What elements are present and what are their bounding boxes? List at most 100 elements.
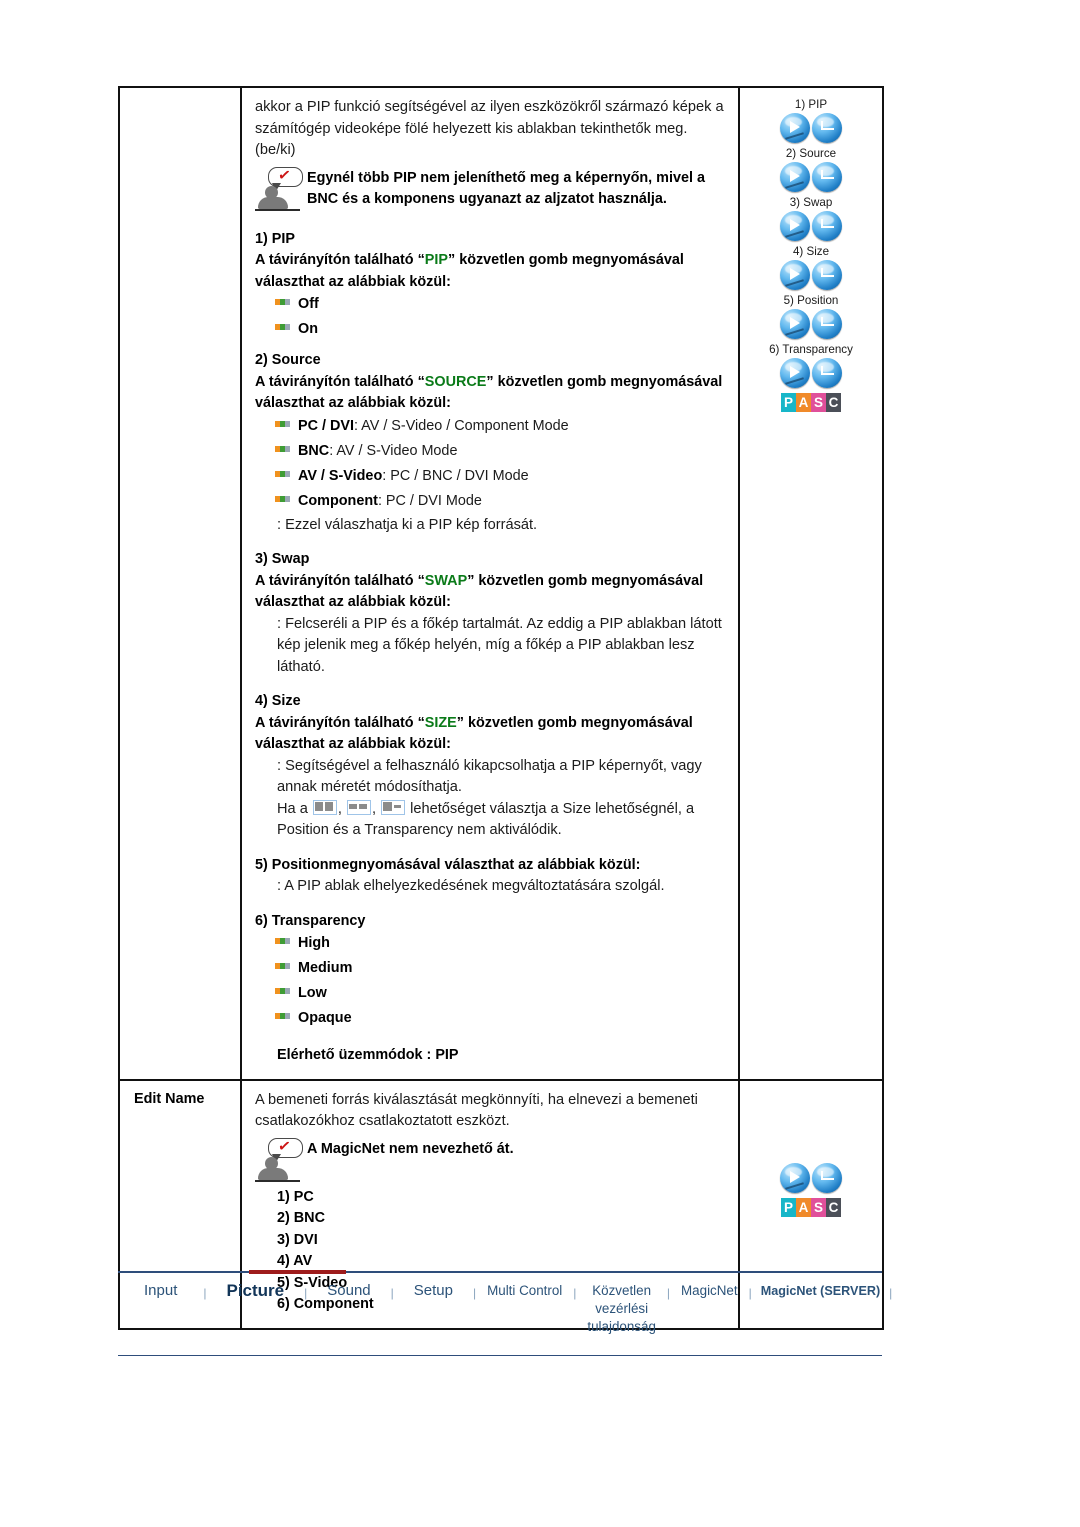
desc-swap-before: A távirányítón található “ xyxy=(255,572,425,589)
list-item: Off xyxy=(255,293,728,315)
figure-caption: 3) Swap xyxy=(789,196,833,209)
option-label: On xyxy=(298,321,318,337)
key-size: SIZE xyxy=(424,714,457,731)
desc-swap: A távirányítón található “SWAP” közvetle… xyxy=(255,571,728,614)
size-footnote-2-pre: Ha a xyxy=(277,800,312,817)
bullet-marker-icon xyxy=(275,495,290,502)
nav-item-magicnet-server[interactable]: MagicNet (SERVER) xyxy=(752,1282,889,1300)
table-row: akkor a PIP funkció segítségével az ilye… xyxy=(118,86,884,1081)
option-label: Low xyxy=(298,985,327,1001)
note-callout-pip: ✓ Egynél több PIP nem jeleníthető meg a … xyxy=(255,166,728,216)
list-item: On xyxy=(255,318,728,340)
key-swap: SWAP xyxy=(424,572,468,589)
pasc-letter-p: P xyxy=(781,393,796,412)
option-label: Off xyxy=(298,296,319,312)
button-pair xyxy=(740,211,882,241)
note-person-check-icon: ✓ xyxy=(255,1137,307,1187)
enter-button-icon[interactable] xyxy=(812,358,842,388)
play-button-icon[interactable] xyxy=(780,1162,810,1193)
bullet-marker-icon xyxy=(275,938,290,944)
note-callout-editname: ✓ A MagicNet nem nevezhető át. xyxy=(255,1137,728,1187)
position-footnote: : A PIP ablak elhelyezkedésének megválto… xyxy=(277,878,665,894)
bullet-marker-icon xyxy=(275,963,290,969)
heading-size: 4) Size xyxy=(255,693,301,709)
play-button-icon[interactable] xyxy=(780,358,810,388)
option-value: : PC / BNC / DVI Mode xyxy=(382,467,529,484)
desc-source: A távirányítón található “SOURCE” közvet… xyxy=(255,372,728,415)
note-text: A MagicNet nem nevezhető át. xyxy=(307,1140,514,1157)
enter-button-icon[interactable] xyxy=(812,260,842,290)
nav-separator: | xyxy=(889,1286,893,1300)
bullet-marker-icon xyxy=(275,420,290,427)
nav-item-picture[interactable]: Picture xyxy=(207,1282,305,1300)
row-label-edit-name: Edit Name xyxy=(134,1090,205,1107)
swap-footnote: : Felcseréli a PIP és a főkép tartalmát.… xyxy=(277,615,722,675)
option-label: Component xyxy=(298,492,378,509)
source-options-list: PC / DVI : AV / S-Video / Component Mode… xyxy=(255,415,728,512)
active-tab-indicator xyxy=(249,1270,346,1274)
desc-pip-before: A távirányítón található “ xyxy=(255,252,425,268)
play-button-icon[interactable] xyxy=(780,162,810,192)
list-item: PC / DVI : AV / S-Video / Component Mode xyxy=(255,415,728,437)
bullet-marker-icon xyxy=(275,988,290,994)
heading-transparency: 6) Transparency xyxy=(255,912,366,929)
nav-item-input[interactable]: Input xyxy=(118,1282,203,1300)
enter-button-icon[interactable] xyxy=(812,162,842,192)
note-text: Egynél több PIP nem jeleníthető meg a ké… xyxy=(307,169,705,208)
nav-item-multi-control[interactable]: Multi Control xyxy=(476,1282,573,1300)
nav-item-sound[interactable]: Sound xyxy=(307,1282,390,1300)
option-value: : PC / DVI Mode xyxy=(377,492,482,509)
pasc-letter-a: A xyxy=(796,1197,811,1217)
option-label: BNC xyxy=(298,442,330,459)
button-pair xyxy=(740,1162,882,1193)
bullet-marker-icon xyxy=(275,1013,290,1019)
enter-button-icon[interactable] xyxy=(812,113,842,143)
list-item: High xyxy=(255,932,728,954)
list-item: Medium xyxy=(255,957,728,979)
nav-item-direct-control[interactable]: Közvetlen vezérlési tulajdonság xyxy=(576,1282,667,1336)
bullet-marker-icon xyxy=(275,445,290,452)
play-button-icon[interactable] xyxy=(780,260,810,290)
bullet-marker-icon xyxy=(275,324,290,330)
play-button-icon[interactable] xyxy=(780,113,810,143)
available-modes-text: Elérhető üzemmódok : PIP xyxy=(277,1047,459,1063)
manual-content-table: akkor a PIP funkció segítségével az ilye… xyxy=(118,86,884,1330)
key-pip: PIP xyxy=(424,252,448,268)
enter-button-icon[interactable] xyxy=(812,211,842,241)
size-footnote-2-post: lehetőséget választja a Size lehetőségné… xyxy=(277,800,695,839)
desc-pip: A távirányítón található “PIP” közvetlen… xyxy=(255,250,728,293)
pip-options-list: Off On xyxy=(255,293,728,340)
intro-paragraph: akkor a PIP funkció segítségével az ilye… xyxy=(255,99,724,158)
option-label: High xyxy=(298,935,330,951)
list-item: Opaque xyxy=(255,1007,728,1029)
option-label: AV / S-Video xyxy=(298,467,383,484)
nav-item-magicnet[interactable]: MagicNet xyxy=(670,1282,749,1300)
row-label-cell-empty xyxy=(118,86,242,1081)
list-item: Component : PC / DVI Mode xyxy=(255,490,728,512)
pip-section-cell: akkor a PIP funkció segítségével az ilye… xyxy=(240,86,740,1081)
transparency-options-list: High Medium Low Opaque xyxy=(255,932,728,1029)
enter-button-icon[interactable] xyxy=(812,309,842,339)
heading-pip: 1) PIP xyxy=(255,230,295,247)
nav-item-setup[interactable]: Setup xyxy=(394,1282,473,1300)
figure-caption: 1) PIP xyxy=(794,98,828,111)
heading-source: 2) Source xyxy=(255,352,321,368)
play-button-icon[interactable] xyxy=(780,309,810,339)
option-label: Medium xyxy=(298,960,353,976)
red-check-icon: ✓ xyxy=(276,165,292,185)
pasc-letter-p: P xyxy=(781,1197,796,1217)
source-footnote: : Ezzel válaszhatja ki a PIP kép forrásá… xyxy=(277,516,538,533)
pasc-letter-a: A xyxy=(796,393,811,412)
size-option-medium-icon xyxy=(347,799,371,815)
remote-buttons-figure: 1) PIP 2) Source 3) Swap 4) Size 5) Posi… xyxy=(740,88,882,423)
figure-caption: 4) Size xyxy=(792,245,830,258)
footer-divider-rule xyxy=(118,1270,882,1274)
red-check-icon: ✓ xyxy=(276,1136,292,1156)
enter-button-icon[interactable] xyxy=(812,1162,842,1193)
size-option-small-icon xyxy=(381,799,406,815)
play-button-icon[interactable] xyxy=(780,211,810,241)
page-bottom-rule xyxy=(118,1355,882,1356)
footer-nav-items: Input | Picture | Sound | Setup | Multi … xyxy=(118,1273,892,1336)
heading-swap: 3) Swap xyxy=(255,551,310,567)
option-value: : AV / S-Video / Component Mode xyxy=(353,417,569,434)
